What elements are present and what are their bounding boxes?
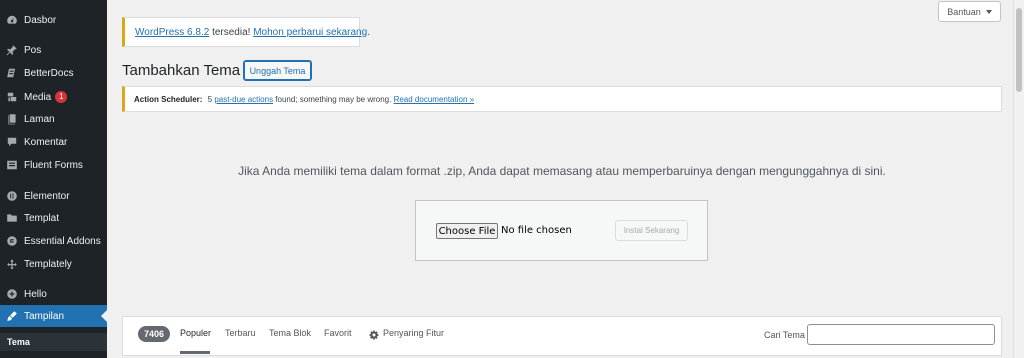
current-tab-indicator xyxy=(180,351,210,354)
tab-populer[interactable]: Populer xyxy=(180,328,211,338)
dashboard-icon xyxy=(5,14,18,27)
sidebar-item-dasbor[interactable]: Dasbor xyxy=(0,9,107,31)
update-notice-end: . xyxy=(367,26,370,38)
update-count-badge: 1 xyxy=(55,91,68,103)
upload-theme-button[interactable]: Unggah Tema xyxy=(243,60,312,81)
tab-terbaru[interactable]: Terbaru xyxy=(225,328,256,338)
active-menu-arrow xyxy=(101,310,107,322)
sidebar-item-label: Essential Addons xyxy=(24,235,101,247)
submenu-item-tema[interactable]: Tema xyxy=(0,333,107,351)
search-themes-input[interactable] xyxy=(807,324,995,345)
update-notice-text: tersedia! xyxy=(209,26,254,38)
page-scrollbar[interactable] xyxy=(1013,0,1024,358)
search-label: Cari Tema xyxy=(764,330,805,340)
forms-icon xyxy=(5,159,18,172)
help-button[interactable]: Bantuan xyxy=(938,1,1001,22)
pin-icon xyxy=(5,44,18,57)
page-title: Tambahkan Tema xyxy=(122,62,241,79)
sidebar-item-label: Media xyxy=(24,91,52,103)
tab-tema-blok[interactable]: Tema Blok xyxy=(269,328,311,338)
sidebar-item-media[interactable]: Media 1 xyxy=(0,86,107,108)
update-notice: WordPress 6.8.2 tersedia! Mohon perbarui… xyxy=(122,17,370,47)
notice-label: Action Scheduler: xyxy=(134,94,203,104)
install-now-button[interactable]: Instal Sekarang xyxy=(615,220,688,241)
admin-sidebar: Dasbor Pos BetterDocs Media 1 Laman Kome… xyxy=(0,0,107,358)
sidebar-item-label: Tampilan xyxy=(24,310,65,322)
elementor-icon xyxy=(5,190,18,203)
folder-icon xyxy=(5,212,18,225)
sidebar-item-label: BetterDocs xyxy=(24,67,74,79)
sidebar-item-label: Elementor xyxy=(24,190,70,202)
page-icon xyxy=(5,113,18,126)
update-now-link[interactable]: Mohon perbarui sekarang xyxy=(253,27,367,38)
sidebar-item-label: Dasbor xyxy=(24,14,57,26)
scrollbar-thumb[interactable] xyxy=(1016,8,1022,92)
plus-circle-icon xyxy=(5,288,18,301)
sidebar-item-label: Fluent Forms xyxy=(24,159,83,171)
past-due-actions-link[interactable]: past-due actions xyxy=(214,95,273,104)
sidebar-item-templat[interactable]: Templat xyxy=(0,207,107,229)
theme-count-badge: 7406 xyxy=(138,326,171,342)
upload-description: Jika Anda memiliki tema dalam format .zi… xyxy=(238,164,886,178)
gear-icon[interactable] xyxy=(369,328,379,340)
help-label: Bantuan xyxy=(947,6,981,17)
caret-down-icon xyxy=(985,9,992,14)
choose-file-button[interactable]: Choose File xyxy=(436,223,498,239)
feature-filter-button[interactable]: Penyaring Fitur xyxy=(383,328,444,338)
docs-icon xyxy=(5,67,18,80)
sidebar-item-hello[interactable]: Hello xyxy=(0,283,107,305)
addons-icon xyxy=(5,235,18,248)
sidebar-item-label: Komentar xyxy=(24,136,68,148)
sidebar-item-label: Hello xyxy=(24,288,47,300)
tab-favorit[interactable]: Favorit xyxy=(324,328,352,338)
sidebar-item-laman[interactable]: Laman xyxy=(0,108,107,130)
file-status: No file chosen xyxy=(501,225,572,236)
sidebar-item-komentar[interactable]: Komentar xyxy=(0,131,107,153)
sidebar-item-essential-addons[interactable]: Essential Addons xyxy=(0,230,107,252)
notice-text: found; something may be wrong. xyxy=(273,94,394,104)
action-scheduler-notice: Action Scheduler: 5 past-due actions fou… xyxy=(122,86,1002,112)
sidebar-item-elementor[interactable]: Elementor xyxy=(0,185,107,207)
upload-form: Choose File No file chosen Instal Sekara… xyxy=(415,200,708,261)
templately-icon xyxy=(5,258,18,271)
sidebar-item-pos[interactable]: Pos xyxy=(0,39,107,61)
sidebar-item-betterdocs[interactable]: BetterDocs xyxy=(0,62,107,84)
sidebar-item-label: Laman xyxy=(24,113,55,125)
theme-filter-bar: 7406 Populer Terbaru Tema Blok Favorit P… xyxy=(122,316,1002,356)
brush-icon xyxy=(5,310,18,323)
sidebar-item-label: Pos xyxy=(24,44,42,56)
wordpress-version-link[interactable]: WordPress 6.8.2 xyxy=(135,27,209,38)
read-documentation-link[interactable]: Read documentation » xyxy=(394,95,475,104)
media-icon xyxy=(5,91,18,104)
sidebar-item-label: Templat xyxy=(24,212,60,224)
notice-text: 5 xyxy=(205,94,215,104)
comment-icon xyxy=(5,136,18,149)
sidebar-item-fluent-forms[interactable]: Fluent Forms xyxy=(0,154,107,176)
sidebar-item-label: Templately xyxy=(24,258,72,270)
sidebar-item-templately[interactable]: Templately xyxy=(0,253,107,275)
sidebar-item-tampilan[interactable]: Tampilan xyxy=(0,305,107,327)
